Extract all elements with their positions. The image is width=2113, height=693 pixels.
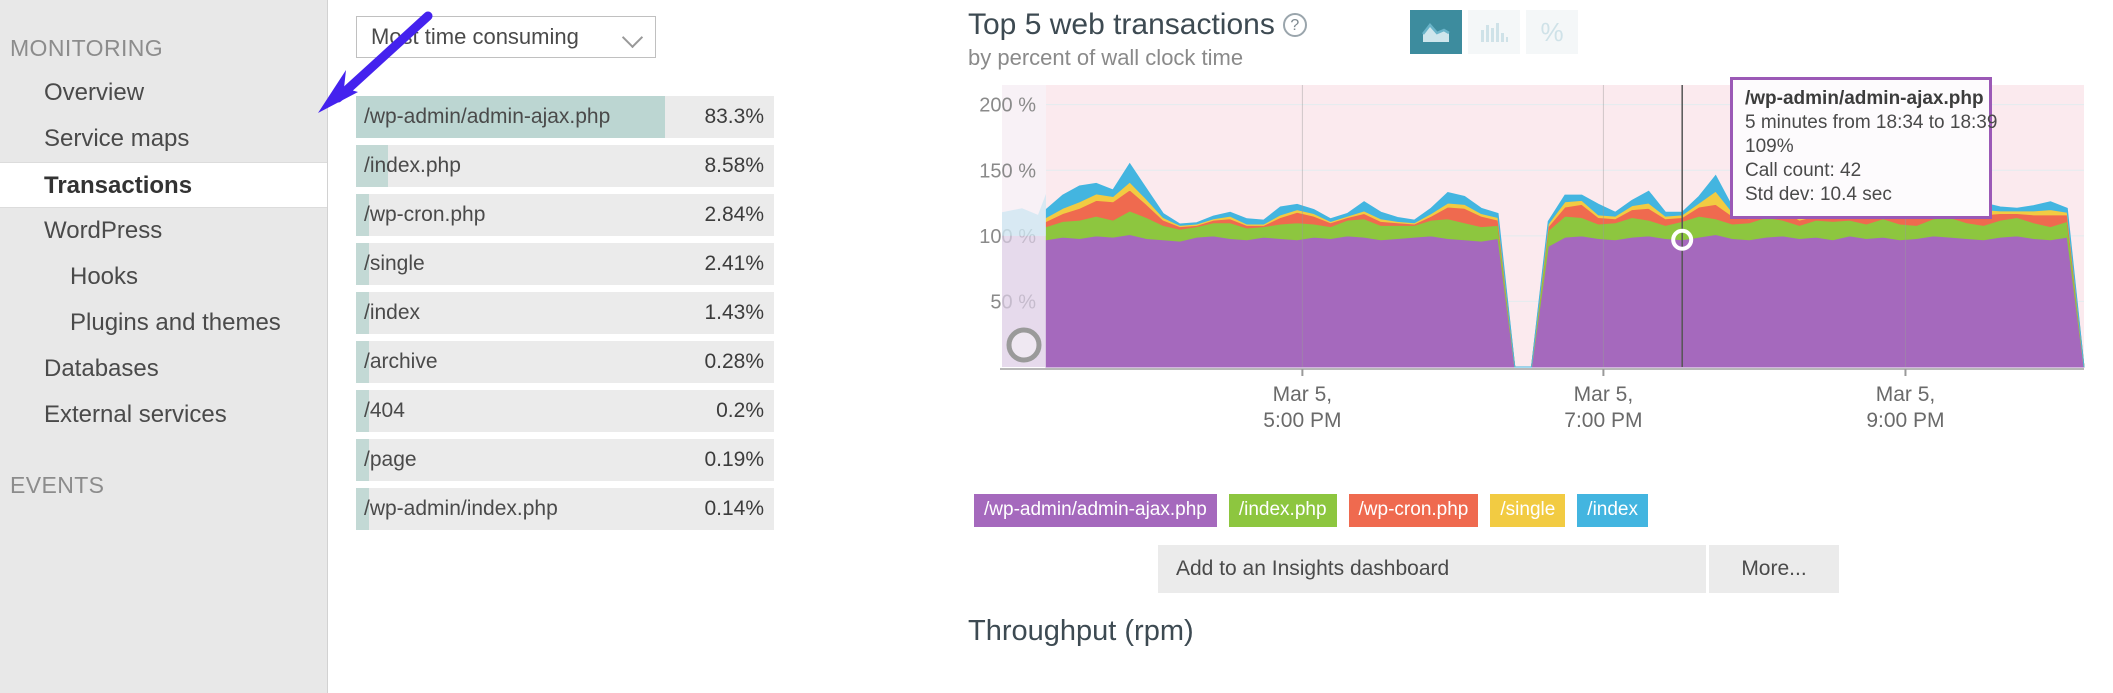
y-axis-tick-label: 150 %: [979, 160, 1036, 182]
chart-legend: /wp-admin/admin-ajax.php/index.php/wp-cr…: [974, 494, 2113, 527]
sidebar: MONITORING Overview Service maps Transacti…: [0, 0, 328, 693]
x-axis-tick-label: 5:00 PM: [1263, 409, 1341, 432]
chart-range-handle[interactable]: [1006, 327, 1042, 363]
legend-item[interactable]: /index: [1577, 494, 1648, 527]
x-axis-tick-label: 9:00 PM: [1866, 409, 1944, 432]
sidebar-item-transactions[interactable]: Transactions: [0, 162, 327, 208]
transaction-row[interactable]: /single 2.41%: [356, 243, 774, 285]
add-to-insights-dashboard-label: Add to an Insights dashboard: [1176, 557, 1450, 580]
transaction-row[interactable]: /404 0.2%: [356, 390, 774, 432]
sidebar-section-events: EVENTS: [10, 472, 105, 498]
chart-panel: Top 5 web transactions ? by percent of w…: [948, 0, 2113, 693]
sidebar-item-hooks[interactable]: Hooks: [0, 254, 327, 300]
transaction-percent: 0.28%: [704, 350, 764, 373]
chart-title-text: Top 5 web transactions: [968, 8, 1275, 41]
transaction-row[interactable]: /index.php 8.58%: [356, 145, 774, 187]
transaction-name: /wp-admin/index.php: [364, 497, 558, 520]
legend-label: /index: [1587, 499, 1638, 520]
transaction-row[interactable]: /archive 0.28%: [356, 341, 774, 383]
chart-footer: Add to an Insights dashboard More...: [1158, 545, 2113, 593]
transaction-name: /page: [364, 448, 417, 471]
sidebar-item-label: Service maps: [44, 125, 190, 152]
transaction-row[interactable]: /wp-cron.php 2.84%: [356, 194, 774, 236]
chart-title-block: Top 5 web transactions ? by percent of w…: [968, 8, 1388, 71]
sidebar-item-wordpress[interactable]: WordPress: [0, 208, 327, 254]
sidebar-item-overview[interactable]: Overview: [0, 70, 327, 116]
transactions-column: Most time consuming /wp-admin/admin-ajax…: [328, 0, 948, 693]
transaction-name: /wp-admin/admin-ajax.php: [364, 105, 611, 128]
transaction-row[interactable]: /wp-admin/admin-ajax.php 83.3%: [356, 96, 774, 138]
sidebar-item-label: Overview: [44, 79, 145, 106]
transaction-percent: 83.3%: [704, 105, 764, 128]
legend-label: /wp-admin/admin-ajax.php: [984, 499, 1207, 520]
tooltip-std-dev: Std dev: 10.4 sec: [1745, 184, 1892, 205]
sidebar-item-databases[interactable]: Databases: [0, 346, 327, 392]
tooltip-range: 5 minutes from 18:34 to 18:39: [1745, 112, 1998, 133]
x-axis-tick-label: Mar 5,: [1574, 383, 1634, 406]
legend-item[interactable]: /index.php: [1228, 494, 1337, 527]
sidebar-item-plugins-and-themes[interactable]: Plugins and themes: [0, 300, 327, 346]
legend-label: /index.php: [1238, 499, 1327, 520]
transaction-percent: 0.19%: [704, 448, 764, 471]
chevron-down-icon: [623, 27, 643, 47]
transaction-percent: 0.14%: [704, 497, 764, 520]
sidebar-item-label: External services: [44, 401, 227, 428]
add-to-insights-dashboard-button[interactable]: Add to an Insights dashboard: [1158, 545, 1706, 593]
transaction-percent: 0.2%: [716, 399, 764, 422]
chart-tooltip: /wp-admin/admin-ajax.php 5 minutes from …: [1730, 77, 1998, 219]
sidebar-item-label: Transactions: [44, 172, 193, 199]
transaction-percent: 2.84%: [704, 203, 764, 226]
transaction-name: /index.php: [364, 154, 461, 177]
app-root: MONITORING Overview Service maps Transacti…: [0, 0, 2113, 693]
sidebar-section-monitoring: MONITORING: [10, 35, 164, 61]
tooltip-call-count: Call count: 42: [1745, 160, 1862, 181]
transaction-row[interactable]: /index 1.43%: [356, 292, 774, 334]
chart-view-toggles: %: [1410, 10, 1578, 54]
transaction-name: /wp-cron.php: [364, 203, 486, 226]
legend-item[interactable]: /single: [1490, 494, 1566, 527]
chart-header: Top 5 web transactions ? by percent of w…: [968, 8, 2113, 71]
question-mark-circle-icon[interactable]: ?: [1282, 13, 1307, 37]
sidebar-item-external-services[interactable]: External services: [0, 392, 327, 438]
legend-item[interactable]: /wp-admin/admin-ajax.php: [974, 494, 1217, 527]
x-axis-tick-label: Mar 5,: [1273, 383, 1333, 406]
sidebar-item-label: Hooks: [70, 263, 139, 290]
transaction-row[interactable]: /page 0.19%: [356, 439, 774, 481]
transaction-percent: 1.43%: [704, 301, 764, 324]
y-axis-tick-label: 200 %: [979, 95, 1036, 117]
sidebar-item-service-maps[interactable]: Service maps: [0, 116, 327, 162]
transaction-percent: 2.41%: [704, 252, 764, 275]
percent-icon-button[interactable]: %: [1526, 10, 1578, 54]
area-chart-icon-button[interactable]: [1410, 10, 1462, 54]
transaction-name: /index: [364, 301, 421, 324]
more-button[interactable]: More...: [1709, 545, 1839, 593]
chart-subtitle: by percent of wall clock time: [968, 45, 1244, 70]
transaction-name: /single: [364, 252, 425, 275]
sort-select-value: Most time consuming: [371, 24, 579, 49]
transaction-list: /wp-admin/admin-ajax.php 83.3% /index.php 8…: [356, 96, 920, 530]
x-axis-tick-label: Mar 5,: [1876, 383, 1936, 406]
transaction-percent: 8.58%: [704, 154, 764, 177]
legend-label: /single: [1500, 499, 1556, 520]
chart-title: Top 5 web transactions ?: [968, 8, 1388, 42]
transaction-row[interactable]: /wp-admin/index.php 0.14%: [356, 488, 774, 530]
sidebar-item-label: WordPress: [44, 217, 163, 244]
sidebar-item-label: Databases: [44, 355, 159, 382]
x-axis-tick-label: 7:00 PM: [1564, 409, 1642, 432]
area-series: [1045, 234, 2085, 368]
sidebar-item-label: Plugins and themes: [70, 309, 281, 336]
transaction-name: /archive: [364, 350, 438, 373]
more-label: More...: [1741, 557, 1807, 580]
legend-item[interactable]: /wp-cron.php: [1348, 494, 1479, 527]
tooltip-title: /wp-admin/admin-ajax.php: [1745, 88, 1984, 109]
transaction-name: /404: [364, 399, 405, 422]
tooltip-percent: 109%: [1745, 136, 1794, 157]
sort-select[interactable]: Most time consuming: [356, 16, 656, 58]
legend-label: /wp-cron.php: [1358, 499, 1469, 520]
bar-chart-icon-button[interactable]: [1468, 10, 1520, 54]
throughput-section-title: Throughput (rpm): [968, 615, 1194, 647]
stacked-area-chart[interactable]: 50 %100 %150 %200 %Mar 5,5:00 PMMar 5,7:…: [968, 77, 2113, 482]
